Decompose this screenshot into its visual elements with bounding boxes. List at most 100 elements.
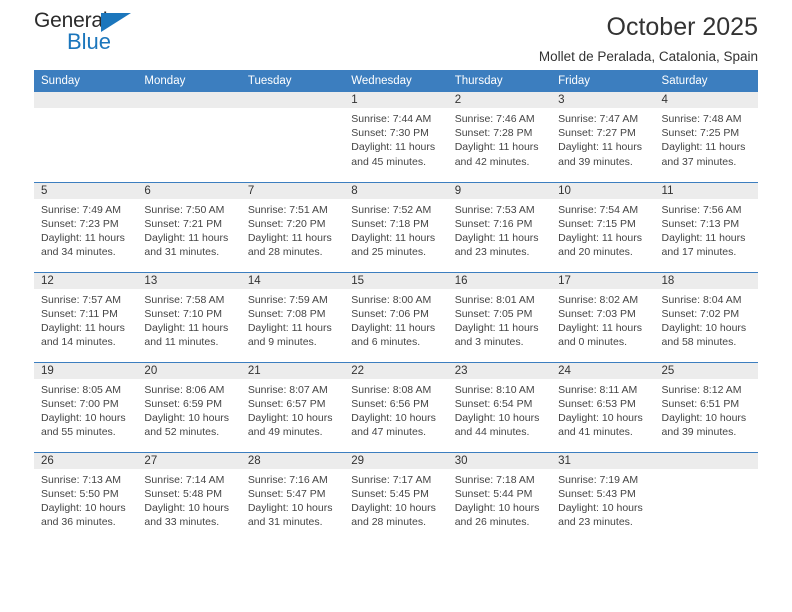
calendar-day-cell[interactable]: 10 Sunrise: 7:54 AM Sunset: 7:15 PM Dayligh… [551, 181, 655, 272]
calendar-day-cell-empty [240, 92, 345, 182]
calendar-day-cell[interactable]: 16 Sunrise: 8:01 AM Sunset: 7:05 PM Dayligh… [447, 271, 552, 362]
calendar-day-cell[interactable]: 29 Sunrise: 7:17 AM Sunset: 5:45 PM Dayligh… [344, 451, 448, 542]
calendar-week-row: 19 Sunrise: 8:05 AM Sunset: 7:00 PM Dayligh… [34, 361, 758, 452]
calendar-day-cell[interactable]: 18 Sunrise: 8:04 AM Sunset: 7:02 PM Dayligh… [654, 271, 758, 362]
sunset-text: Sunset: 7:25 PM [661, 127, 740, 140]
sunrise-text: Sunrise: 8:05 AM [41, 383, 121, 396]
day-number: 6 [137, 183, 241, 199]
calendar-day-cell[interactable]: 15 Sunrise: 8:00 AM Sunset: 7:06 PM Dayligh… [344, 271, 448, 362]
calendar-day-cell-empty [654, 451, 758, 542]
calendar-day-cell[interactable]: 23 Sunrise: 8:10 AM Sunset: 6:54 PM Dayligh… [447, 361, 552, 452]
calendar-day-cell[interactable]: 5 Sunrise: 7:49 AM Sunset: 7:23 PM Daylight… [34, 181, 138, 272]
calendar-day-cell[interactable]: 6 Sunrise: 7:50 AM Sunset: 7:21 PM Daylight… [137, 181, 241, 272]
daylight-text: Daylight: 10 hours and 28 minutes. [351, 501, 436, 529]
sunrise-text: Sunrise: 7:17 AM [351, 473, 432, 486]
page-header: General Blue October 2025 Mollet de Pera… [34, 0, 758, 70]
sunset-text: Sunset: 5:45 PM [351, 487, 429, 500]
sunset-text: Sunset: 5:44 PM [454, 487, 533, 500]
sunset-text: Sunset: 7:16 PM [454, 217, 533, 230]
daylight-text: Daylight: 10 hours and 58 minutes. [661, 321, 747, 349]
day-number: 1 [344, 92, 448, 108]
day-details: Sunrise: 7:58 AM Sunset: 7:10 PM Daylight:… [137, 289, 240, 350]
sunset-text: Sunset: 7:08 PM [247, 307, 326, 320]
calendar-day-cell[interactable]: 19 Sunrise: 8:05 AM Sunset: 7:00 PM Dayligh… [34, 361, 138, 452]
daylight-text: Daylight: 10 hours and 36 minutes. [41, 501, 126, 529]
day-number: 18 [654, 273, 758, 289]
daylight-text: Daylight: 10 hours and 52 minutes. [144, 411, 230, 439]
day-number: 28 [240, 453, 345, 469]
day-number: 2 [447, 92, 552, 108]
day-number: 11 [654, 183, 758, 199]
sunrise-text: Sunrise: 7:52 AM [351, 203, 432, 216]
calendar-day-cell[interactable]: 17 Sunrise: 8:02 AM Sunset: 7:03 PM Dayligh… [551, 271, 655, 362]
daylight-text: Daylight: 11 hours and 11 minutes. [144, 321, 229, 349]
calendar-day-cell[interactable]: 31 Sunrise: 7:19 AM Sunset: 5:43 PM Dayligh… [551, 451, 655, 542]
daylight-text: Daylight: 11 hours and 14 minutes. [41, 321, 125, 349]
calendar-day-cell[interactable]: 2 Sunrise: 7:46 AM Sunset: 7:28 PM Daylight… [447, 92, 552, 182]
sunset-text: Sunset: 7:10 PM [144, 307, 223, 320]
calendar-day-cell[interactable]: 3 Sunrise: 7:47 AM Sunset: 7:27 PM Daylight… [551, 92, 655, 182]
sunset-text: Sunset: 7:30 PM [351, 127, 429, 140]
calendar-day-cell[interactable]: 25 Sunrise: 8:12 AM Sunset: 6:51 PM Dayligh… [654, 361, 758, 452]
sunrise-text: Sunrise: 7:49 AM [41, 203, 121, 216]
day-number: 15 [344, 273, 448, 289]
day-details: Sunrise: 7:50 AM Sunset: 7:21 PM Daylight:… [137, 199, 240, 260]
calendar-table: Sunday Monday Tuesday Wednesday Thursday… [34, 70, 758, 542]
calendar-day-cell[interactable]: 20 Sunrise: 8:06 AM Sunset: 6:59 PM Dayligh… [137, 361, 241, 452]
sunset-text: Sunset: 7:00 PM [41, 397, 119, 410]
day-details: Sunrise: 7:16 AM Sunset: 5:47 PM Daylight:… [241, 469, 344, 530]
calendar-day-cell[interactable]: 12 Sunrise: 7:57 AM Sunset: 7:11 PM Dayligh… [34, 271, 138, 362]
calendar-day-cell[interactable]: 4 Sunrise: 7:48 AM Sunset: 7:25 PM Daylight… [654, 92, 758, 182]
calendar-week-row: 5 Sunrise: 7:49 AM Sunset: 7:23 PM Daylight… [34, 181, 758, 272]
sunrise-text: Sunrise: 7:13 AM [41, 473, 121, 486]
daylight-text: Daylight: 11 hours and 0 minutes. [558, 321, 642, 349]
day-details: Sunrise: 7:53 AM Sunset: 7:16 PM Daylight:… [448, 199, 551, 260]
daylight-text: Daylight: 10 hours and 31 minutes. [247, 501, 333, 529]
day-details: Sunrise: 7:52 AM Sunset: 7:18 PM Daylight:… [344, 199, 447, 260]
day-number: 8 [344, 183, 448, 199]
calendar-body: 1 Sunrise: 7:44 AM Sunset: 7:30 PM Daylight… [34, 92, 758, 542]
day-number: 25 [654, 363, 758, 379]
day-details: Sunrise: 7:19 AM Sunset: 5:43 PM Daylight:… [551, 469, 654, 530]
daylight-text: Daylight: 11 hours and 25 minutes. [351, 231, 436, 259]
sunset-text: Sunset: 7:03 PM [558, 307, 636, 320]
day-details: Sunrise: 8:05 AM Sunset: 7:00 PM Daylight:… [34, 379, 137, 440]
sunset-text: Sunset: 7:23 PM [41, 217, 119, 230]
daylight-text: Daylight: 10 hours and 49 minutes. [247, 411, 333, 439]
calendar-day-cell[interactable]: 1 Sunrise: 7:44 AM Sunset: 7:30 PM Daylight… [344, 92, 448, 182]
calendar-day-cell[interactable]: 13 Sunrise: 7:58 AM Sunset: 7:10 PM Dayligh… [137, 271, 241, 362]
sunrise-text: Sunrise: 8:11 AM [558, 383, 638, 396]
day-number: 16 [447, 273, 552, 289]
calendar-day-cell[interactable]: 7 Sunrise: 7:51 AM Sunset: 7:20 PM Daylight… [240, 181, 345, 272]
day-number: 24 [551, 363, 655, 379]
day-number: 19 [34, 363, 138, 379]
calendar-day-cell[interactable]: 28 Sunrise: 7:16 AM Sunset: 5:47 PM Dayligh… [240, 451, 345, 542]
calendar-day-cell[interactable]: 11 Sunrise: 7:56 AM Sunset: 7:13 PM Dayligh… [654, 181, 758, 272]
sunrise-text: Sunrise: 8:02 AM [558, 293, 639, 306]
day-details: Sunrise: 8:02 AM Sunset: 7:03 PM Daylight:… [551, 289, 654, 350]
calendar-day-cell[interactable]: 9 Sunrise: 7:53 AM Sunset: 7:16 PM Daylight… [447, 181, 552, 272]
daylight-text: Daylight: 11 hours and 9 minutes. [247, 321, 332, 349]
day-details: Sunrise: 8:11 AM Sunset: 6:53 PM Daylight:… [551, 379, 654, 440]
day-details: Sunrise: 7:59 AM Sunset: 7:08 PM Daylight:… [241, 289, 344, 350]
day-number: 22 [344, 363, 448, 379]
daylight-text: Daylight: 11 hours and 34 minutes. [41, 231, 125, 259]
calendar-day-cell[interactable]: 8 Sunrise: 7:52 AM Sunset: 7:18 PM Daylight… [344, 181, 448, 272]
day-details: Sunrise: 8:07 AM Sunset: 6:57 PM Daylight:… [241, 379, 344, 440]
general-blue-logo[interactable]: General Blue [34, 10, 154, 62]
day-number: 5 [34, 183, 138, 199]
calendar-day-cell[interactable]: 27 Sunrise: 7:14 AM Sunset: 5:48 PM Dayligh… [137, 451, 241, 542]
sunset-text: Sunset: 5:48 PM [144, 487, 223, 500]
day-number: 13 [137, 273, 241, 289]
day-number: 29 [344, 453, 448, 469]
day-details: Sunrise: 8:10 AM Sunset: 6:54 PM Daylight:… [448, 379, 551, 440]
calendar-day-cell[interactable]: 22 Sunrise: 8:08 AM Sunset: 6:56 PM Dayligh… [344, 361, 448, 452]
calendar-week-row: 26 Sunrise: 7:13 AM Sunset: 5:50 PM Dayligh… [34, 451, 758, 542]
day-details: Sunrise: 8:04 AM Sunset: 7:02 PM Daylight:… [655, 289, 758, 350]
calendar-day-cell[interactable]: 14 Sunrise: 7:59 AM Sunset: 7:08 PM Dayligh… [240, 271, 345, 362]
calendar-day-cell[interactable]: 24 Sunrise: 8:11 AM Sunset: 6:53 PM Dayligh… [551, 361, 655, 452]
calendar-day-cell[interactable]: 30 Sunrise: 7:18 AM Sunset: 5:44 PM Dayligh… [447, 451, 552, 542]
calendar-day-cell[interactable]: 21 Sunrise: 8:07 AM Sunset: 6:57 PM Dayligh… [240, 361, 345, 452]
daylight-text: Daylight: 10 hours and 41 minutes. [558, 411, 643, 439]
calendar-day-cell[interactable]: 26 Sunrise: 7:13 AM Sunset: 5:50 PM Dayligh… [34, 451, 138, 542]
